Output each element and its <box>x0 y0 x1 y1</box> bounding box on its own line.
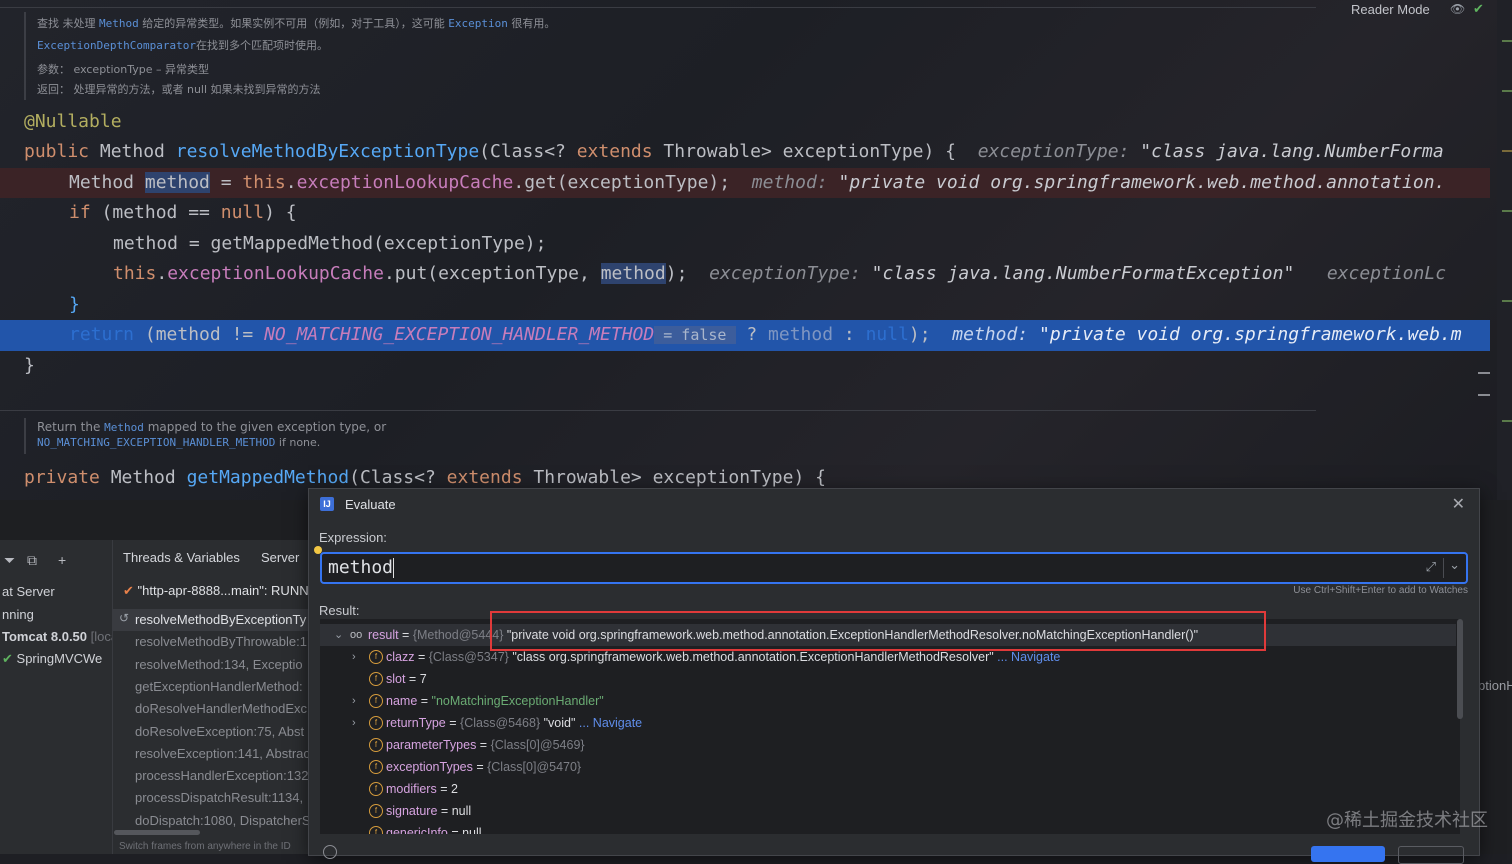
tree-row[interactable]: f genericInfo = null <box>320 822 1456 834</box>
tree-row[interactable]: f slot = 7 <box>320 668 1456 690</box>
check-icon: ✔ <box>123 583 134 598</box>
evaluate-dialog: IJ Evaluate ✕ Expression: method ⤢ ⌄ Use… <box>308 488 1480 859</box>
doc2-line-2: NO_MATCHING_EXCEPTION_HANDLER_METHOD if … <box>37 436 321 449</box>
scroll-grip-icon[interactable] <box>1478 372 1490 396</box>
doc-line-4: 返回： 处理异常的方法，或者 null 如果未找到异常的方法 <box>37 83 321 96</box>
frames-scrollbar[interactable] <box>114 830 200 835</box>
doc-bar <box>24 12 26 100</box>
frames-footer-hint: Switch frames from anywhere in the ID <box>119 841 291 852</box>
field-icon: f <box>369 826 383 834</box>
expression-input[interactable]: method ⤢ ⌄ <box>320 552 1468 584</box>
tree-row[interactable]: f signature = null <box>320 800 1456 822</box>
result-scrollbar[interactable] <box>1457 619 1463 719</box>
tomcat-item[interactable]: Tomcat 8.0.50 [loca <box>2 629 118 644</box>
code-line-if[interactable]: if (method == null) { <box>69 198 297 228</box>
doc-separator <box>0 7 1316 8</box>
watch-glasses-icon: oo <box>350 629 363 641</box>
field-icon: f <box>369 672 383 686</box>
dialog-title: Evaluate <box>345 497 396 512</box>
thread-selector[interactable]: ✔ "http-apr-8888...main": RUNN <box>123 583 309 599</box>
field-icon: f <box>369 650 383 664</box>
field-icon: f <box>369 760 383 774</box>
expression-value[interactable]: method <box>328 557 395 578</box>
add-icon[interactable]: + <box>58 552 66 568</box>
editor-scrollbar[interactable] <box>1497 0 1512 500</box>
close-icon[interactable]: ✕ <box>1452 494 1465 514</box>
code-line-signature[interactable]: public Method resolveMethodByExceptionTy… <box>24 137 1444 167</box>
filter-icon[interactable]: ⏷ <box>4 552 15 569</box>
code-line-close-method[interactable]: } <box>24 351 35 381</box>
check-icon: ✔ <box>2 651 13 666</box>
doc-bar-2 <box>24 418 26 454</box>
watch-hint: Use Ctrl+Shift+Enter to add to Watches <box>1293 585 1468 596</box>
springmvc-item[interactable]: ✔ SpringMVCWe <box>2 651 102 667</box>
frame-item[interactable]: getExceptionHandlerMethod: <box>135 679 303 694</box>
evaluate-button[interactable] <box>1311 846 1385 862</box>
frame-item[interactable]: processDispatchResult:1134, <box>135 790 303 805</box>
tree-row[interactable]: f exceptionTypes = {Class[0]@5470} <box>320 756 1456 778</box>
field-icon: f <box>369 716 383 730</box>
code-line-lookup[interactable]: Method method = this.exceptionLookupCach… <box>69 168 1445 198</box>
code-line-assign[interactable]: method = getMappedMethod(exceptionType); <box>113 229 546 259</box>
result-label: Result: <box>319 603 360 618</box>
doc-separator-2 <box>0 410 1316 411</box>
expand-icon[interactable]: ⤢ <box>1426 559 1436 575</box>
variables-partial-text: ptionH <box>1478 678 1512 693</box>
tab-server[interactable]: Server <box>261 550 299 565</box>
code-editor[interactable]: Reader Mode 👁 ✔ 查找 未处理 Method 给定的异常类型。如果… <box>0 0 1512 500</box>
intellij-logo-icon: IJ <box>320 497 334 511</box>
frame-item[interactable]: resolveMethodByExceptionTy <box>135 612 306 627</box>
watermark: @稀土掘金技术社区 <box>1326 810 1488 831</box>
code-line-close-if[interactable]: } <box>69 290 80 320</box>
chevron-right-icon[interactable]: › <box>352 646 356 668</box>
server-item[interactable]: at Server <box>2 584 55 599</box>
new-tab-icon[interactable]: ⧉ <box>27 552 37 569</box>
doc2-line-1: Return the Method mapped to the given ex… <box>37 420 387 434</box>
frame-item[interactable]: resolveMethod:134, Exceptio <box>135 657 303 672</box>
frame-item[interactable]: doResolveHandlerMethodExc <box>135 701 307 716</box>
chevron-down-icon[interactable]: ⌄ <box>1449 557 1460 573</box>
navigate-link[interactable]: ... Navigate <box>997 650 1060 664</box>
close-button[interactable] <box>1398 846 1464 864</box>
check-icon: ✔ <box>1473 1 1484 16</box>
frame-return-icon: ↺ <box>119 611 130 625</box>
help-icon[interactable] <box>323 845 337 859</box>
frame-item[interactable]: resolveMethodByThrowable:1 <box>135 634 307 649</box>
frame-item[interactable]: doDispatch:1080, DispatcherS <box>135 813 311 828</box>
doc-line-3: 参数： exceptionType – 异常类型 <box>37 63 210 76</box>
chevron-right-icon[interactable]: › <box>352 712 356 734</box>
code-line-put[interactable]: this.exceptionLookupCache.put(exceptionT… <box>113 259 1446 289</box>
frame-item[interactable]: processHandlerException:132 <box>135 768 308 783</box>
chevron-right-icon[interactable]: › <box>352 690 356 712</box>
tree-row[interactable]: › f returnType = {Class@5468} "void" ...… <box>320 712 1456 734</box>
expression-label: Expression: <box>319 530 387 545</box>
reader-mode-label[interactable]: Reader Mode <box>1351 2 1430 17</box>
code-line-annotation[interactable]: @Nullable <box>24 107 122 137</box>
frame-item[interactable]: resolveException:141, Abstrac <box>135 746 310 761</box>
field-icon: f <box>369 804 383 818</box>
tree-row[interactable]: f parameterTypes = {Class[0]@5469} <box>320 734 1456 756</box>
result-highlight-box <box>490 611 1266 651</box>
chevron-down-icon[interactable]: ⌄ <box>334 624 343 646</box>
running-item[interactable]: nning <box>2 607 34 622</box>
tab-threads-variables[interactable]: Threads & Variables <box>123 550 240 565</box>
field-icon: f <box>369 738 383 752</box>
doc-line-1: 查找 未处理 Method 给定的异常类型。如果实例不可用（例如，对于工具），这… <box>37 17 556 30</box>
tree-row[interactable]: f modifiers = 2 <box>320 778 1456 800</box>
code-line-return[interactable]: return (method != NO_MATCHING_EXCEPTION_… <box>69 320 1462 350</box>
frames-panel: ✔ "http-apr-8888...main": RUNN <box>112 540 309 854</box>
frame-item[interactable]: doResolveException:75, Abst <box>135 724 304 739</box>
doc-line-2: ExceptionDepthComparator在找到多个匹配项时使用。 <box>37 39 328 52</box>
field-icon: f <box>369 782 383 796</box>
field-icon: f <box>369 694 383 708</box>
tree-row[interactable]: › f name = "noMatchingExceptionHandler" <box>320 690 1456 712</box>
result-tree[interactable]: ⌄ oo result = {Method@5444} "private voi… <box>320 619 1460 834</box>
navigate-link[interactable]: ... Navigate <box>579 716 642 730</box>
eye-off-icon[interactable]: 👁 <box>1450 2 1465 16</box>
services-panel: at Server nning Tomcat 8.0.50 [loca ✔ Sp… <box>0 540 118 854</box>
